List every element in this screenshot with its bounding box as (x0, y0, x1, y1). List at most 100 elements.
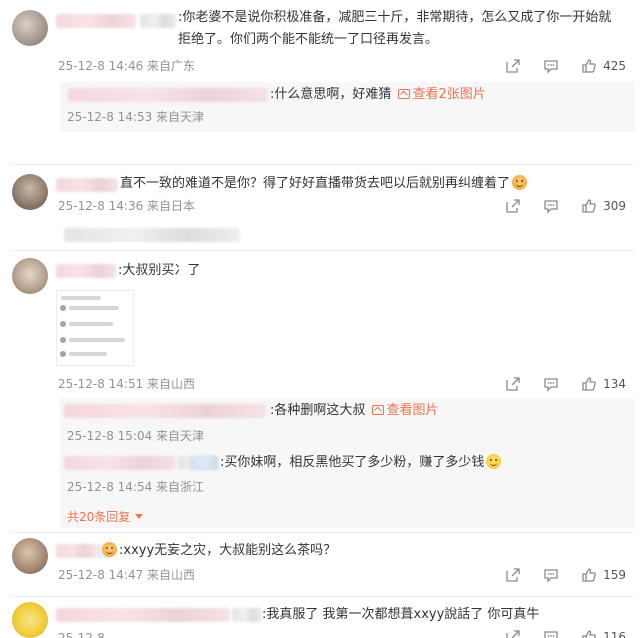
blurred-content (64, 228, 240, 242)
comment-button[interactable] (543, 376, 559, 392)
more-replies-link[interactable]: 共20条回复 (67, 508, 144, 525)
username-badge (190, 456, 218, 470)
reply-text-content: :各种删啊这大叔 (270, 403, 366, 418)
comment-button[interactable] (543, 198, 559, 214)
thumbs-up-icon (582, 377, 596, 391)
image-content (60, 321, 66, 327)
reply-username[interactable] (64, 404, 266, 418)
share-icon (506, 568, 520, 582)
divider (10, 596, 635, 597)
image-content (69, 338, 125, 342)
image-icon (371, 405, 384, 415)
divider (10, 250, 635, 251)
comment-actions: 116 (483, 628, 626, 638)
thumbs-up-icon (582, 630, 596, 638)
like-count: 159 (603, 568, 626, 582)
username[interactable] (56, 544, 96, 558)
like-button[interactable]: 309 (581, 198, 626, 214)
avatar[interactable] (12, 10, 48, 46)
comment-meta: 25-12-8 14:46 来自广东 (58, 59, 196, 73)
comment-actions: 309 (483, 197, 626, 215)
thumbs-up-icon (582, 199, 596, 213)
avatar[interactable] (12, 258, 48, 294)
view-images-link[interactable]: 查看图片 (370, 403, 439, 418)
comment-text-content: :xxyy无妄之灾，大叔能别这么茶吗？ (119, 543, 337, 558)
share-button[interactable] (505, 198, 521, 214)
share-button[interactable] (505, 58, 521, 74)
attached-image[interactable] (56, 290, 134, 366)
image-content (60, 305, 66, 311)
emoji-icon (102, 542, 117, 557)
reply-username[interactable] (64, 456, 176, 470)
thumbs-up-icon (582, 568, 596, 582)
like-count: 309 (603, 199, 626, 213)
comment-4: :xxyy无妄之灾，大叔能别这么茶吗？ 25-12-8 14:47 来自山西 1… (0, 536, 640, 596)
like-count: 425 (603, 59, 626, 73)
avatar[interactable] (12, 174, 48, 210)
reply-text-content: :买你妹啊，相反黑他买了多少粉，赚了多少钱 (220, 455, 485, 470)
share-button[interactable] (505, 567, 521, 583)
view-images-link[interactable]: 查看2张图片 (396, 87, 486, 102)
comment-2: 直不一致的难道不是你？得了好好直播带货去吧以后就别再纠缠着了 25-12-8 1… (0, 172, 640, 250)
reply-box: :各种删啊这大叔 查看图片 25-12-8 15:04 来自天津 :买你妹啊，相… (60, 398, 635, 528)
emoji-icon (486, 454, 502, 469)
comment-icon (544, 631, 558, 638)
comment-icon (544, 200, 558, 214)
comment-button[interactable] (543, 629, 559, 638)
view-images-label: 查看2张图片 (412, 87, 486, 102)
image-content (61, 296, 101, 300)
share-button[interactable] (505, 376, 521, 392)
comment-5: :我真服了 我第一次都想葺xxyy說話了 你可真牛 25-12-8 116 (0, 600, 640, 638)
like-button[interactable]: 425 (581, 58, 626, 74)
comment-actions: 425 (483, 57, 626, 75)
reply-text-content: :什么意思啊，好难猜 (270, 87, 392, 102)
avatar[interactable] (12, 602, 48, 638)
like-count: 116 (603, 630, 626, 638)
reply-username[interactable] (68, 88, 268, 102)
comment-text: :你老婆不是说你积极准备，减肥三十斤，非常期待，怎么又成了你一开始就拒绝了。你们… (178, 10, 612, 47)
thumbs-up-icon (582, 59, 596, 73)
comment-icon (544, 569, 558, 583)
reply-text: :各种删啊这大叔 查看图片 (270, 400, 439, 421)
reply-text: :买你妹啊，相反黑他买了多少粉，赚了多少钱 (220, 452, 502, 473)
image-content (60, 337, 66, 343)
avatar[interactable] (12, 538, 48, 574)
more-replies-label: 共20条回复 (67, 510, 131, 524)
comment-meta: 25-12-8 14:36 来自日本 (58, 199, 196, 213)
comment-actions: 159 (483, 566, 626, 584)
share-icon (506, 59, 520, 73)
reply-box: :什么意思啊，好难猜 查看2张图片 25-12-8 14:53 来自天津 (60, 82, 635, 132)
comment-text: :我真服了 我第一次都想葺xxyy說話了 你可真牛 (262, 607, 540, 622)
comment-text: 直不一致的难道不是你？得了好好直播带货去吧以后就别再纠缠着了 (120, 173, 528, 194)
share-button[interactable] (505, 629, 521, 638)
divider (10, 164, 635, 165)
username[interactable] (56, 264, 116, 278)
username[interactable] (56, 608, 230, 622)
image-content (69, 322, 113, 326)
reply-meta: 25-12-8 14:53 来自天津 (67, 110, 205, 124)
comment-button[interactable] (543, 567, 559, 583)
image-content (69, 352, 107, 356)
comment-text: :xxyy无妄之灾，大叔能别这么茶吗？ (100, 540, 336, 561)
comment-meta: 25-12-8 14:51 来自山西 (58, 377, 196, 391)
share-icon (506, 199, 520, 213)
image-icon (397, 89, 410, 99)
comment-button[interactable] (543, 58, 559, 74)
like-button[interactable]: 116 (581, 629, 626, 638)
comment-icon (544, 60, 558, 74)
share-icon (506, 377, 520, 391)
username-badge (232, 608, 262, 622)
image-content (69, 306, 119, 310)
like-button[interactable]: 159 (581, 567, 626, 583)
username[interactable] (56, 178, 118, 192)
username-badge (140, 14, 176, 28)
comment-icon (544, 378, 558, 392)
reply-meta: 25-12-8 15:04 来自天津 (67, 429, 205, 443)
share-icon (506, 630, 520, 638)
reply-meta: 25-12-8 14:54 来自浙江 (67, 480, 205, 494)
username[interactable] (56, 14, 136, 28)
chevron-down-icon (135, 514, 144, 519)
like-count: 134 (603, 377, 626, 391)
comment-actions: 134 (483, 375, 626, 393)
like-button[interactable]: 134 (581, 376, 626, 392)
